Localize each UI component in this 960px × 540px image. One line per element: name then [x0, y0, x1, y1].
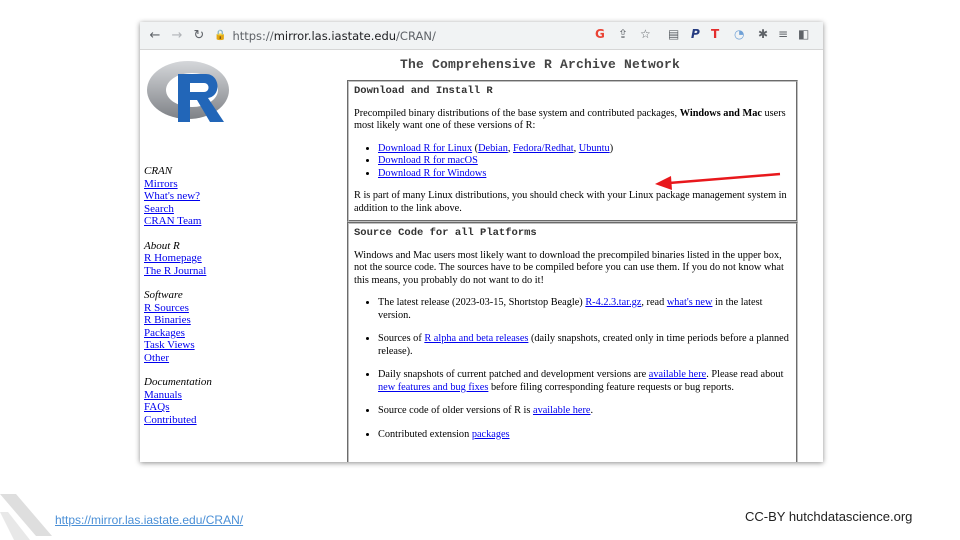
source-list: The latest release (2023-03-15, Shortsto…	[354, 297, 791, 441]
url-scheme: https://	[232, 28, 274, 43]
list-item: Source code of older versions of R is av…	[378, 405, 791, 418]
sidebar-link-contributed[interactable]: Contributed	[144, 414, 244, 427]
download-box: Download and Install R Precompiled binar…	[347, 80, 798, 222]
sidebar-heading-about: About R	[144, 239, 180, 252]
annotation-arrow	[655, 172, 781, 190]
sidebar-link-whats-new[interactable]: What's new?	[144, 190, 244, 203]
sidebar-icon[interactable]: ◧	[798, 27, 809, 41]
list-item: Daily snapshots of current patched and d…	[378, 369, 791, 394]
google-icon[interactable]: G	[595, 27, 605, 41]
sidebar-heading-software: Software	[144, 289, 183, 301]
alpha-beta-link[interactable]: R alpha and beta releases	[424, 333, 528, 344]
sidebar-link-r-homepage[interactable]: R Homepage	[144, 252, 244, 265]
sidebar-heading-cran: CRAN	[144, 165, 173, 177]
sidebar-link-r-sources[interactable]: R Sources	[144, 302, 244, 315]
older-versions-link[interactable]: available here	[533, 405, 590, 416]
paypal-icon[interactable]: P	[691, 27, 700, 41]
url-host: mirror.las.iastate.edu	[273, 28, 397, 43]
sidebar-link-r-binaries[interactable]: R Binaries	[144, 314, 244, 327]
sidebar-link-r-journal[interactable]: The R Journal	[144, 265, 244, 278]
source-heading: Source Code for all Platforms	[354, 227, 537, 239]
lock-icon: 🔒	[214, 30, 227, 41]
ubuntu-link[interactable]: Ubuntu	[579, 143, 610, 154]
tp-icon[interactable]: T	[711, 27, 719, 41]
address-bar[interactable]: 🔒 https://mirror.las.iastate.edu/CRAN/	[214, 26, 614, 45]
back-arrow-icon[interactable]: ←	[144, 28, 166, 43]
download-linux-link[interactable]: Download R for Linux	[378, 143, 472, 154]
sidebar-link-task-views[interactable]: Task Views	[144, 339, 244, 352]
cran-page: CRAN Mirrors What's new? Search CRAN Tea…	[140, 50, 823, 462]
source-intro: Windows and Mac users most likely want t…	[354, 249, 784, 286]
url-path: /CRAN/	[396, 28, 436, 43]
daily-snapshots-link[interactable]: available here	[649, 369, 706, 380]
contributed-packages-link[interactable]: packages	[472, 429, 510, 440]
download-intro: Precompiled binary distributions of the …	[354, 107, 786, 132]
reading-list-icon[interactable]: ▤	[668, 27, 679, 41]
page-title: The Comprehensive R Archive Network	[400, 57, 681, 72]
download-windows-link[interactable]: Download R for Windows	[378, 168, 486, 179]
sidebar-link-cran-team[interactable]: CRAN Team	[144, 215, 244, 228]
share-icon[interactable]: ⇪	[618, 27, 628, 41]
star-icon[interactable]: ☆	[640, 27, 651, 41]
browser-window: ← → ↻ 🔒 https://mirror.las.iastate.edu/C…	[140, 22, 823, 462]
new-features-link[interactable]: new features and bug fixes	[378, 382, 488, 393]
sidebar-link-mirrors[interactable]: Mirrors	[144, 178, 244, 191]
slide-corner-decoration	[0, 494, 52, 540]
download-outro: R is part of many Linux distributions, y…	[354, 190, 787, 214]
download-heading: Download and Install R	[354, 85, 493, 97]
fedora-link[interactable]: Fedora/Redhat	[513, 143, 574, 154]
debian-link[interactable]: Debian	[478, 143, 508, 154]
extension-icon[interactable]: ◔	[734, 27, 744, 41]
r-logo	[147, 61, 229, 122]
list-item: Download R for Linux (Debian, Fedora/Red…	[378, 143, 791, 156]
list-item: The latest release (2023-03-15, Shortsto…	[378, 297, 791, 322]
download-macos-link[interactable]: Download R for macOS	[378, 155, 478, 166]
sidebar-link-manuals[interactable]: Manuals	[144, 389, 244, 402]
source-box: Source Code for all Platforms Windows an…	[347, 222, 798, 462]
reload-icon[interactable]: ↻	[188, 28, 210, 43]
footer-url-link[interactable]: https://mirror.las.iastate.edu/CRAN/	[55, 513, 243, 527]
credit-text: CC-BY hutchdatascience.org	[745, 509, 913, 524]
sidebar-nav: CRAN Mirrors What's new? Search CRAN Tea…	[144, 165, 244, 426]
list-item: Sources of R alpha and beta releases (da…	[378, 333, 791, 358]
sidebar-heading-documentation: Documentation	[144, 376, 212, 388]
list-item: Download R for macOS	[378, 155, 791, 168]
sidebar-link-faqs[interactable]: FAQs	[144, 401, 244, 414]
extension-puzzle-icon[interactable]: ✱	[758, 27, 768, 41]
queue-icon[interactable]: ≡	[778, 27, 788, 41]
browser-toolbar: ← → ↻ 🔒 https://mirror.las.iastate.edu/C…	[140, 22, 823, 50]
list-item: Contributed extension packages	[378, 429, 791, 442]
sidebar-link-packages[interactable]: Packages	[144, 327, 244, 340]
whats-new-link[interactable]: what's new	[667, 297, 713, 308]
sidebar-link-search[interactable]: Search	[144, 203, 244, 216]
r-tarball-link[interactable]: R-4.2.3.tar.gz	[585, 297, 641, 308]
forward-arrow-icon[interactable]: →	[166, 28, 188, 43]
sidebar-link-other[interactable]: Other	[144, 352, 244, 365]
